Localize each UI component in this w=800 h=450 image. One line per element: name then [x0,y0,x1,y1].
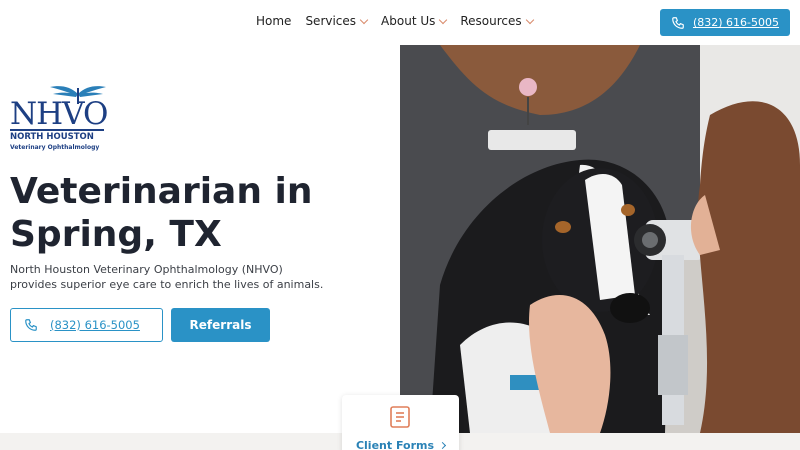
phone-icon [672,16,684,29]
client-forms-text: Client Forms [355,439,435,450]
referrals-button[interactable]: Referrals [171,308,270,342]
nav-item-resources[interactable]: Resources [460,14,534,28]
nav-item-label: About Us [381,14,436,28]
phone-button-label: (832) 616-5005 [50,318,140,332]
chevron-down-icon [439,15,448,24]
nav-item-about-us[interactable]: About Us [381,14,448,28]
nav-item-label: Resources [460,14,522,28]
client-forms-card[interactable]: Client Forms [342,395,459,450]
nav-item-home[interactable]: Home [256,14,291,28]
logo-line2: Veterinary Ophthalmology [10,144,100,151]
nav-item-services[interactable]: Services [305,14,369,28]
main-menu: Home Services About Us Resources [256,14,534,28]
page-title: Veterinarian in Spring, TX [10,171,313,255]
chevron-right-icon [438,441,447,450]
logo-line1: NORTH HOUSTON [10,132,94,142]
hero-photo [400,45,800,433]
hero-description: North Houston Veterinary Ophthalmology (… [10,263,324,291]
referrals-button-label: Referrals [189,318,252,332]
header-call-button[interactable]: (832) 616-5005 [660,9,790,36]
logo-divider [10,129,104,131]
logo-letters: NHVO [10,96,108,132]
clipboard-icon [390,406,410,428]
chevron-down-icon [359,15,369,24]
chevron-down-icon [525,15,534,24]
nav-item-label: Home [256,14,292,28]
nhvo-logo[interactable]: NHVO NORTH HOUSTON Veterinary Ophthalmol… [10,84,108,156]
nav-item-label: Services [305,14,357,28]
header-call-label: (832) 616-5005 [692,16,780,29]
vet-exam-photo [400,45,800,433]
phone-button[interactable]: (832) 616-5005 [10,308,163,342]
top-navigation: Home Services About Us Resources (832) 6… [0,0,800,45]
phone-icon [25,319,37,331]
client-forms-label: Client Forms [342,439,459,450]
